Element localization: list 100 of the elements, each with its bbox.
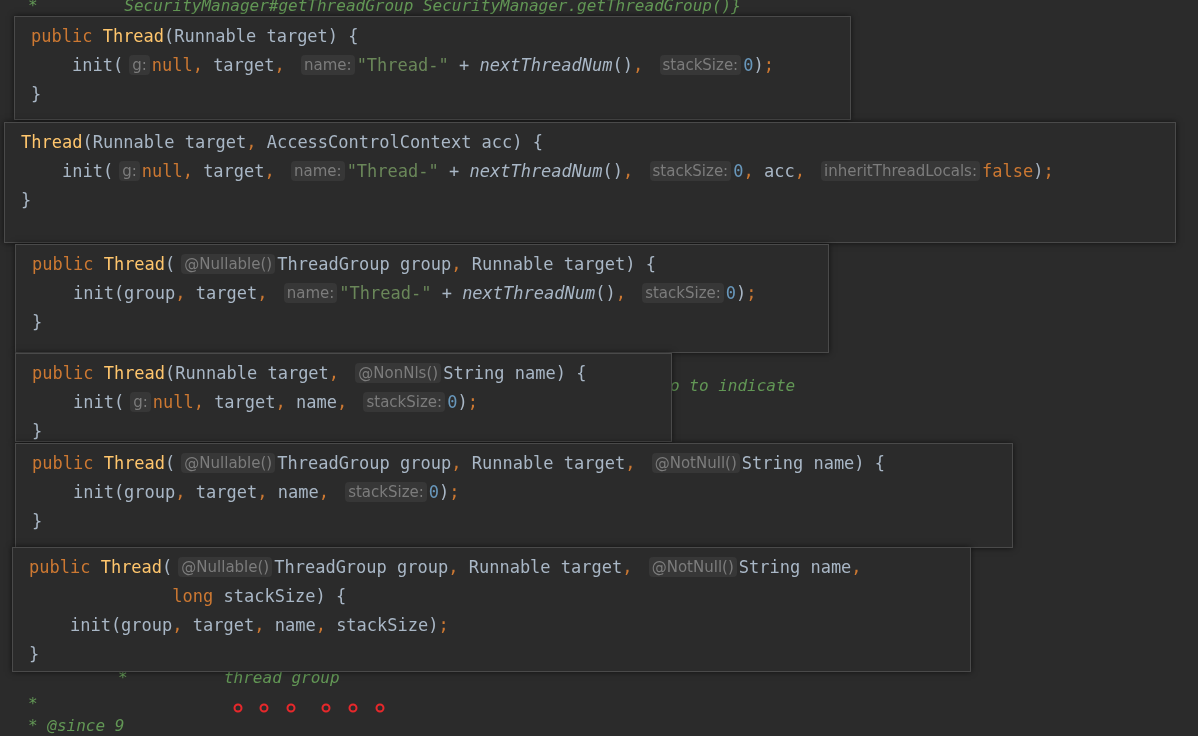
inlay-hint: stackSize: — [363, 391, 446, 412]
code-token: ; — [438, 614, 449, 635]
code-token: ThreadGroup group — [277, 452, 452, 473]
code-token: ; — [746, 282, 757, 303]
code-token: ( — [162, 556, 173, 577]
code-token: ) — [1033, 160, 1044, 181]
code-token: target — [195, 282, 258, 303]
code-token: Runnable target — [471, 452, 626, 473]
code-token: nextThreadNum — [462, 282, 596, 303]
code-token: , — [275, 391, 287, 412]
code-token: target — [203, 160, 265, 181]
code-token: stackSize) { — [223, 585, 347, 606]
code-token: , — [451, 253, 463, 274]
code-token: String name) { — [741, 452, 886, 473]
code-token: ; — [467, 391, 478, 412]
inlay-hint: name: — [291, 160, 345, 181]
code-token: 0 — [428, 481, 440, 502]
inlay-hint: inheritThreadLocals: — [821, 160, 980, 181]
code-token: , — [743, 160, 755, 181]
code-token: null, — [152, 391, 205, 412]
code-token: AccessControlContext acc) { — [266, 131, 543, 152]
code-token: , — [246, 131, 258, 152]
inlay-hint: stackSize: — [649, 160, 732, 181]
code-token: target — [213, 54, 275, 75]
code-token: } — [29, 643, 40, 664]
inlay-hint: @NotNull() — [648, 556, 737, 577]
inlay-hint: @Nullable() — [181, 452, 276, 473]
code-token: 0 — [447, 391, 458, 412]
code-token: ) — [457, 391, 468, 412]
code-token: "Thread-" — [346, 160, 439, 181]
code-token: } — [31, 83, 42, 104]
code-token: , — [257, 481, 269, 502]
code-token: , — [633, 54, 645, 75]
code-token: Thread — [21, 131, 83, 152]
code-token: } — [32, 420, 43, 441]
code-token: , — [264, 160, 276, 181]
code-token: (Runnable target) { — [164, 25, 359, 46]
code-token: init( — [60, 160, 114, 181]
code-token: , — [623, 160, 635, 181]
code-token: , — [625, 452, 637, 473]
inlay-hint: g: — [130, 391, 151, 412]
code-token: (Runnable target — [165, 362, 329, 383]
code-token: ; — [763, 54, 774, 75]
code-token: , — [451, 452, 463, 473]
inlay-hint: @Nullable() — [178, 556, 273, 577]
code-token: ( — [165, 253, 176, 274]
code-token: name — [274, 614, 316, 635]
code-token: 0 — [743, 54, 754, 75]
code-token: init( — [71, 391, 125, 412]
inlay-hint: stackSize: — [642, 282, 724, 303]
code-token: + — [448, 160, 461, 181]
code-token: name — [296, 391, 337, 412]
code-token: Thread — [103, 452, 166, 473]
code-token: , — [851, 556, 862, 577]
code-token: } — [32, 311, 43, 332]
code-token: target — [192, 614, 255, 635]
code-token: target — [195, 481, 258, 502]
code-token: , — [175, 282, 187, 303]
code-token: long — [171, 585, 215, 606]
code-token: null, — [151, 54, 204, 75]
code-token: init(group — [71, 481, 176, 502]
inlay-hint: stackSize: — [345, 481, 427, 502]
code-token: String name — [738, 556, 852, 577]
code-token: public — [32, 452, 95, 473]
code-token: init(group — [68, 614, 173, 635]
code-token: "Thread-" — [339, 282, 432, 303]
code-token: } — [21, 189, 32, 210]
code-token: , — [448, 556, 460, 577]
code-token: + — [440, 282, 453, 303]
inlay-hint: stackSize: — [659, 54, 742, 75]
code-token: ) — [736, 282, 747, 303]
inlay-hint: g: — [129, 54, 150, 75]
code-token: public — [29, 556, 92, 577]
code-token: 0 — [725, 282, 737, 303]
code-token: , — [615, 282, 627, 303]
code-token: ) — [439, 481, 450, 502]
comment-line: * @since 9 — [28, 716, 125, 736]
code-token: , — [257, 282, 269, 303]
code-token: ThreadGroup group — [277, 253, 452, 274]
code-token: stackSize) — [336, 614, 439, 635]
code-token: , — [315, 614, 327, 635]
inlay-hint: name: — [283, 282, 338, 303]
code-token: String name) { — [443, 362, 587, 383]
code-token: , — [175, 481, 187, 502]
code-token: , — [254, 614, 266, 635]
code-token: init( — [70, 54, 124, 75]
code-token: public — [32, 362, 95, 383]
code-token: Thread — [100, 556, 163, 577]
code-token: + — [458, 54, 471, 75]
code-token: Thread — [102, 25, 165, 46]
code-token: Thread — [103, 253, 166, 274]
code-token: "Thread-" — [356, 54, 449, 75]
code-token: () — [612, 54, 633, 75]
code-token: , — [794, 160, 806, 181]
inlay-hint: @NonNls() — [355, 362, 442, 383]
code-token: , — [328, 362, 341, 383]
code-token: null, — [141, 160, 194, 181]
code-token: } — [32, 510, 43, 531]
code-token: Runnable target — [468, 556, 623, 577]
inlay-hint: @Nullable() — [181, 253, 276, 274]
